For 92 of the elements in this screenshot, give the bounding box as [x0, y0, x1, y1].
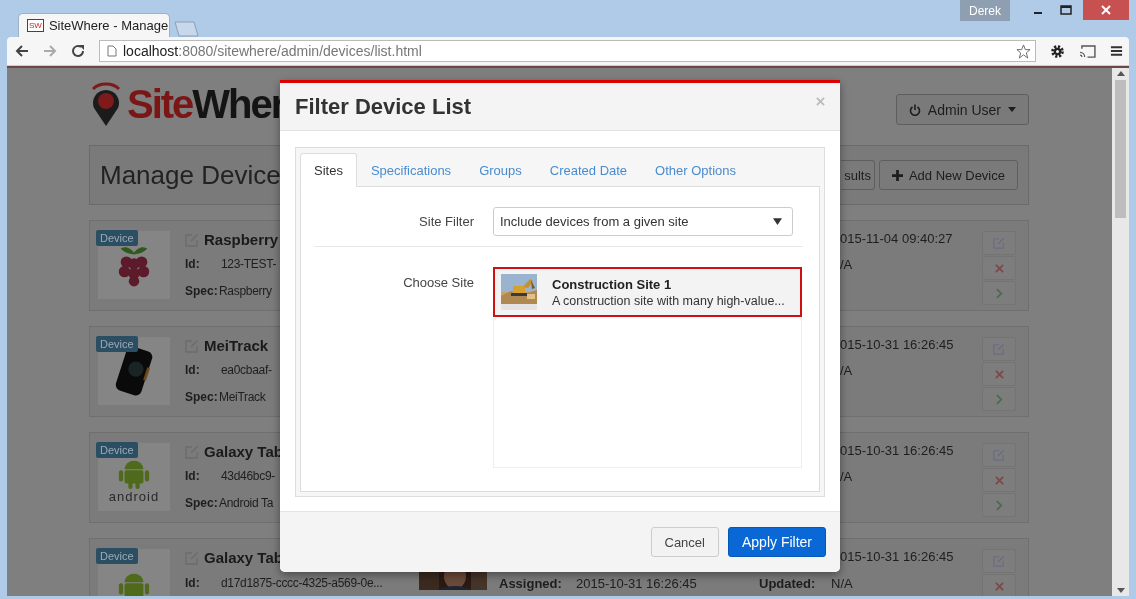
close-button[interactable]: [1083, 0, 1129, 20]
field-label: Site Filter: [418, 214, 474, 229]
scroll-thumb[interactable]: [1115, 80, 1126, 218]
id-label: Id:: [185, 576, 201, 590]
created-date: 015-10-31 16:26:45: [839, 337, 954, 352]
site-description: A construction site with many high-value...: [552, 293, 785, 308]
device-name: Raspberry: [204, 231, 279, 248]
close-icon: [1101, 5, 1111, 15]
caret-icon: [773, 218, 782, 225]
id-label: Id:: [185, 469, 201, 484]
cancel-button[interactable]: Cancel: [650, 527, 719, 557]
delete-button[interactable]: [982, 468, 1016, 492]
delete-button[interactable]: [982, 256, 1016, 280]
filter-tab[interactable]: Other Options: [641, 153, 751, 187]
scroll-down-icon[interactable]: [1116, 588, 1125, 593]
minimize-icon: [1034, 12, 1042, 14]
open-button[interactable]: [982, 387, 1016, 411]
delete-icon: [994, 369, 1004, 379]
spec-label: Spec:: [185, 389, 219, 404]
device-name: MeiTrack: [204, 337, 269, 354]
status-value: /A: [839, 363, 853, 379]
apply-filter-button[interactable]: Apply Filter: [727, 527, 826, 557]
open-button[interactable]: [982, 281, 1016, 305]
new-tab-button[interactable]: [172, 21, 200, 37]
back-icon[interactable]: [15, 44, 29, 58]
created-date: 015-10-31 16:26:45: [839, 443, 954, 458]
page-heading: Manage Device: [100, 159, 281, 191]
device-badge: Device: [96, 548, 138, 564]
settings-icon[interactable]: [1050, 43, 1065, 59]
page-icon: [107, 45, 117, 57]
scroll-up-icon[interactable]: [1116, 71, 1125, 76]
assigned-label: Assigned:: [499, 576, 562, 591]
chevron-right-icon: [995, 499, 1003, 511]
chevron-right-icon: [995, 393, 1003, 405]
scrollbar[interactable]: [1112, 68, 1129, 596]
logo-icon: [89, 80, 123, 128]
updated-value: N/A: [831, 576, 853, 591]
site-name: Construction Site 1: [552, 276, 673, 292]
site-filter-dropdown[interactable]: Include devices from a given site: [493, 207, 793, 236]
address-bar[interactable]: localhost:8080/sitewhere/admin/devices/list.html: [99, 40, 1036, 62]
chevron-right-icon: [995, 287, 1003, 299]
device-id: 123-TEST-: [221, 257, 277, 272]
results-button[interactable]: sults: [841, 160, 875, 190]
delete-icon: [994, 581, 1004, 591]
field-label: Choose Site: [402, 275, 474, 290]
dialog-title: Filter Device List: [295, 93, 472, 120]
android-logo-text: android: [108, 490, 160, 504]
cast-icon[interactable]: [1079, 44, 1096, 58]
device-badge: Device: [96, 230, 138, 246]
status-value: /A: [839, 469, 853, 485]
delete-button[interactable]: [982, 574, 1016, 596]
device-id: ea0cbaaf-: [221, 363, 272, 378]
device-spec: Raspberry: [219, 283, 272, 298]
delete-icon: [994, 475, 1004, 485]
spec-label: Spec:: [185, 283, 219, 298]
close-icon[interactable]: [816, 97, 825, 106]
id-label: Id:: [185, 257, 201, 272]
favicon: SW: [27, 19, 44, 32]
star-icon[interactable]: [1016, 43, 1031, 59]
device-spec: MeiTrack: [219, 389, 266, 404]
updated-label: Updated:: [759, 576, 816, 591]
delete-icon: [994, 263, 1004, 273]
filter-tab[interactable]: Specifications: [356, 153, 466, 187]
created-date: 015-10-31 16:26:45: [839, 549, 954, 564]
device-spec: Android Ta: [219, 495, 274, 510]
device-badge: Device: [96, 442, 138, 458]
caret-icon: [1008, 107, 1016, 112]
device-id: d17d1875-cccc-4325-a569-0e...: [221, 576, 383, 590]
menu-icon[interactable]: [1110, 45, 1123, 57]
status-value: /A: [839, 257, 853, 273]
plus-icon: [891, 169, 903, 181]
id-label: Id:: [185, 363, 201, 378]
power-icon: [908, 103, 921, 116]
user-menu-button[interactable]: Admin User: [895, 94, 1029, 125]
filter-tab[interactable]: Groups: [465, 153, 536, 187]
logo-text: SiteWher: [127, 81, 285, 127]
forward-icon[interactable]: [43, 44, 57, 58]
filter-tab[interactable]: Created Date: [535, 153, 642, 187]
site-item[interactable]: Construction Site 1 A construction site with many high-value...: [493, 267, 802, 317]
device-badge: Device: [96, 336, 138, 352]
profile-badge[interactable]: Derek: [960, 0, 1010, 21]
spec-label: Spec:: [185, 495, 219, 510]
device-id: 43d46bc9-: [221, 469, 275, 484]
open-button[interactable]: [982, 493, 1016, 517]
reload-icon[interactable]: [71, 44, 85, 58]
delete-button[interactable]: [982, 362, 1016, 386]
add-device-button[interactable]: Add New Device: [878, 160, 1018, 190]
created-date: 015-11-04 09:40:27: [839, 231, 953, 246]
assigned-date: 2015-10-31 16:26:45: [576, 576, 697, 591]
browser-tab[interactable]: SW SiteWhere - Manage: [18, 13, 170, 37]
filter-tab[interactable]: Sites: [300, 153, 357, 187]
maximize-icon: [1060, 5, 1072, 15]
